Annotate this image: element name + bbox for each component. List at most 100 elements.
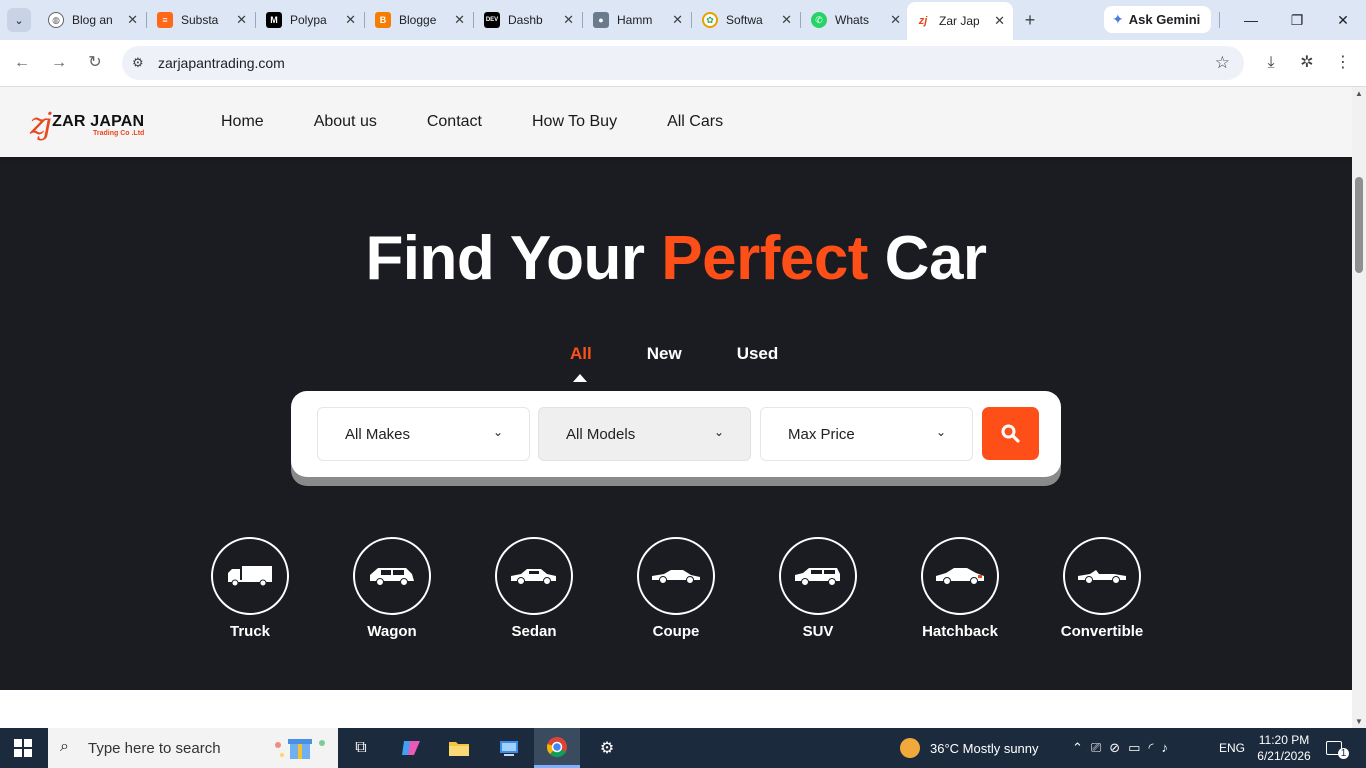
- notification-center[interactable]: 1: [1326, 728, 1349, 768]
- back-icon[interactable]: ←: [11, 52, 33, 74]
- chevron-down-icon: ⌄: [713, 425, 724, 439]
- system-tray-icons[interactable]: ⌃⎚⊘▭◜♪: [1072, 728, 1176, 768]
- nav-how-to-buy[interactable]: How To Buy: [532, 113, 617, 131]
- nav-all-cars[interactable]: All Cars: [667, 113, 723, 131]
- model-select[interactable]: All Models ⌄: [538, 407, 751, 461]
- url-text[interactable]: zarjapantrading.com: [158, 55, 285, 71]
- tab-separator: [364, 12, 365, 28]
- body-type-wagon[interactable]: Wagon: [342, 537, 442, 640]
- browser-toolbar: ← → ↻ ⚙ zarjapantrading.com ☆ ⤓ ✲ ⋮: [0, 40, 1366, 87]
- tab-separator: [582, 12, 583, 28]
- close-icon[interactable]: ✕: [127, 12, 138, 28]
- extension-icon[interactable]: ✲: [1296, 52, 1318, 74]
- body-type-suv[interactable]: SUV: [768, 537, 868, 640]
- copilot-icon[interactable]: [388, 728, 434, 768]
- close-icon[interactable]: ✕: [672, 12, 683, 28]
- price-select[interactable]: Max Price ⌄: [760, 407, 973, 461]
- tab-blogger[interactable]: B Blogge ✕: [367, 6, 473, 34]
- make-select[interactable]: All Makes ⌄: [317, 407, 530, 461]
- scroll-up-icon[interactable]: ▲: [1355, 89, 1363, 98]
- scroll-down-icon[interactable]: ▼: [1355, 717, 1363, 726]
- site-settings-icon[interactable]: ⚙: [132, 55, 144, 71]
- forward-icon[interactable]: →: [48, 52, 70, 74]
- tab-whatsapp[interactable]: ✆ Whats ✕: [803, 6, 909, 34]
- convertible-icon: [1063, 537, 1141, 615]
- tab-zarjapan-active[interactable]: zj Zar Jap ✕: [907, 2, 1013, 40]
- tab-substack[interactable]: ≡ Substa ✕: [149, 6, 255, 34]
- minimize-icon[interactable]: —: [1239, 8, 1263, 32]
- tab-title: Blogge: [399, 13, 437, 27]
- reload-icon[interactable]: ↻: [84, 52, 106, 74]
- wagon-icon: [353, 537, 431, 615]
- tab-used[interactable]: Used: [737, 344, 779, 364]
- taskbar-clock[interactable]: 11:20 PM 6/21/2026: [1254, 732, 1314, 764]
- download-icon[interactable]: ⤓: [1260, 52, 1282, 74]
- close-window-icon[interactable]: ✕: [1331, 8, 1355, 32]
- nav-home[interactable]: Home: [221, 113, 264, 131]
- chevron-down-icon: ⌄: [492, 425, 503, 439]
- body-type-label: Convertible: [1060, 623, 1144, 640]
- chrome-icon[interactable]: [534, 728, 580, 768]
- menu-kebab-icon[interactable]: ⋮: [1332, 52, 1354, 74]
- close-icon[interactable]: ✕: [345, 12, 356, 28]
- restore-icon[interactable]: ❐: [1285, 8, 1309, 32]
- body-type-sedan[interactable]: Sedan: [484, 537, 584, 640]
- site-logo[interactable]: zj ZAR JAPAN Trading Co .Ltd: [30, 108, 144, 142]
- close-icon[interactable]: ✕: [563, 12, 574, 28]
- new-tab-button[interactable]: +: [1019, 9, 1041, 31]
- tab-blog[interactable]: ◍ Blog an ✕: [40, 6, 146, 34]
- windows-start-icon[interactable]: [14, 739, 32, 757]
- language-label: ENG: [1219, 741, 1246, 755]
- body-type-convertible[interactable]: Convertible: [1052, 537, 1152, 640]
- close-icon[interactable]: ✕: [994, 13, 1005, 29]
- tab-all[interactable]: All: [570, 344, 592, 382]
- medium-icon: M: [266, 12, 282, 28]
- task-view-icon[interactable]: ⧉: [338, 728, 384, 768]
- bookmark-star-icon[interactable]: ☆: [1215, 53, 1230, 73]
- tab-polypane[interactable]: M Polypa ✕: [258, 6, 364, 34]
- ask-gemini-button[interactable]: ✦ Ask Gemini: [1104, 6, 1211, 33]
- gemini-icon: ✦: [1112, 11, 1124, 27]
- file-explorer-icon[interactable]: [436, 728, 482, 768]
- avatar-icon: ●: [593, 12, 609, 28]
- tab-software[interactable]: ✿ Softwa ✕: [694, 6, 800, 34]
- close-icon[interactable]: ✕: [781, 12, 792, 28]
- tab-separator: [691, 12, 692, 28]
- page-scrollbar[interactable]: ▲ ▼: [1352, 87, 1366, 728]
- sedan-icon: [495, 537, 573, 615]
- software-icon: ✿: [702, 12, 718, 28]
- search-icon: [1001, 424, 1020, 443]
- search-button[interactable]: [982, 407, 1039, 460]
- tab-strip: ⌄ ◍ Blog an ✕ ≡ Substa ✕ M Polypa ✕ B Bl…: [0, 0, 1366, 40]
- nav-contact[interactable]: Contact: [427, 113, 482, 131]
- title-part: Find Your: [365, 224, 662, 293]
- tab-separator: [473, 12, 474, 28]
- close-icon[interactable]: ✕: [454, 12, 465, 28]
- tab-search-button[interactable]: ⌄: [7, 8, 31, 32]
- logo-subtitle: Trading Co .Ltd: [92, 129, 145, 137]
- close-icon[interactable]: ✕: [236, 12, 247, 28]
- make-select-value: All Makes: [345, 425, 411, 443]
- body-type-label: Sedan: [511, 623, 557, 640]
- tab-hamm[interactable]: ● Hamm ✕: [585, 6, 691, 34]
- body-type-truck[interactable]: Truck: [200, 537, 300, 640]
- close-icon[interactable]: ✕: [890, 12, 901, 28]
- scrollbar-thumb[interactable]: [1355, 177, 1363, 273]
- language-indicator[interactable]: ENG: [1219, 728, 1245, 768]
- tab-title: Zar Jap: [939, 14, 979, 28]
- weather-widget[interactable]: 36°C Mostly sunny: [900, 728, 1039, 768]
- tab-dashboard[interactable]: DEV Dashb ✕: [476, 6, 582, 34]
- body-type-hatchback[interactable]: Hatchback: [910, 537, 1010, 640]
- tab-title: Substa: [181, 13, 219, 27]
- address-bar[interactable]: ⚙ zarjapantrading.com ☆: [122, 46, 1244, 80]
- nav-about-us[interactable]: About us: [314, 113, 377, 131]
- remote-desktop-icon[interactable]: [486, 728, 532, 768]
- taskbar-search[interactable]: ⌕ Type here to search: [48, 728, 338, 768]
- coupe-icon: [637, 537, 715, 615]
- tab-new[interactable]: New: [647, 344, 682, 364]
- body-type-coupe[interactable]: Coupe: [626, 537, 726, 640]
- body-type-label: Wagon: [367, 623, 417, 640]
- condition-tabs: All New Used: [570, 344, 833, 382]
- settings-icon[interactable]: ⚙: [584, 728, 630, 768]
- windows-taskbar: ⌕ Type here to search ⧉ ⚙ 36°C Mostly su…: [0, 728, 1366, 768]
